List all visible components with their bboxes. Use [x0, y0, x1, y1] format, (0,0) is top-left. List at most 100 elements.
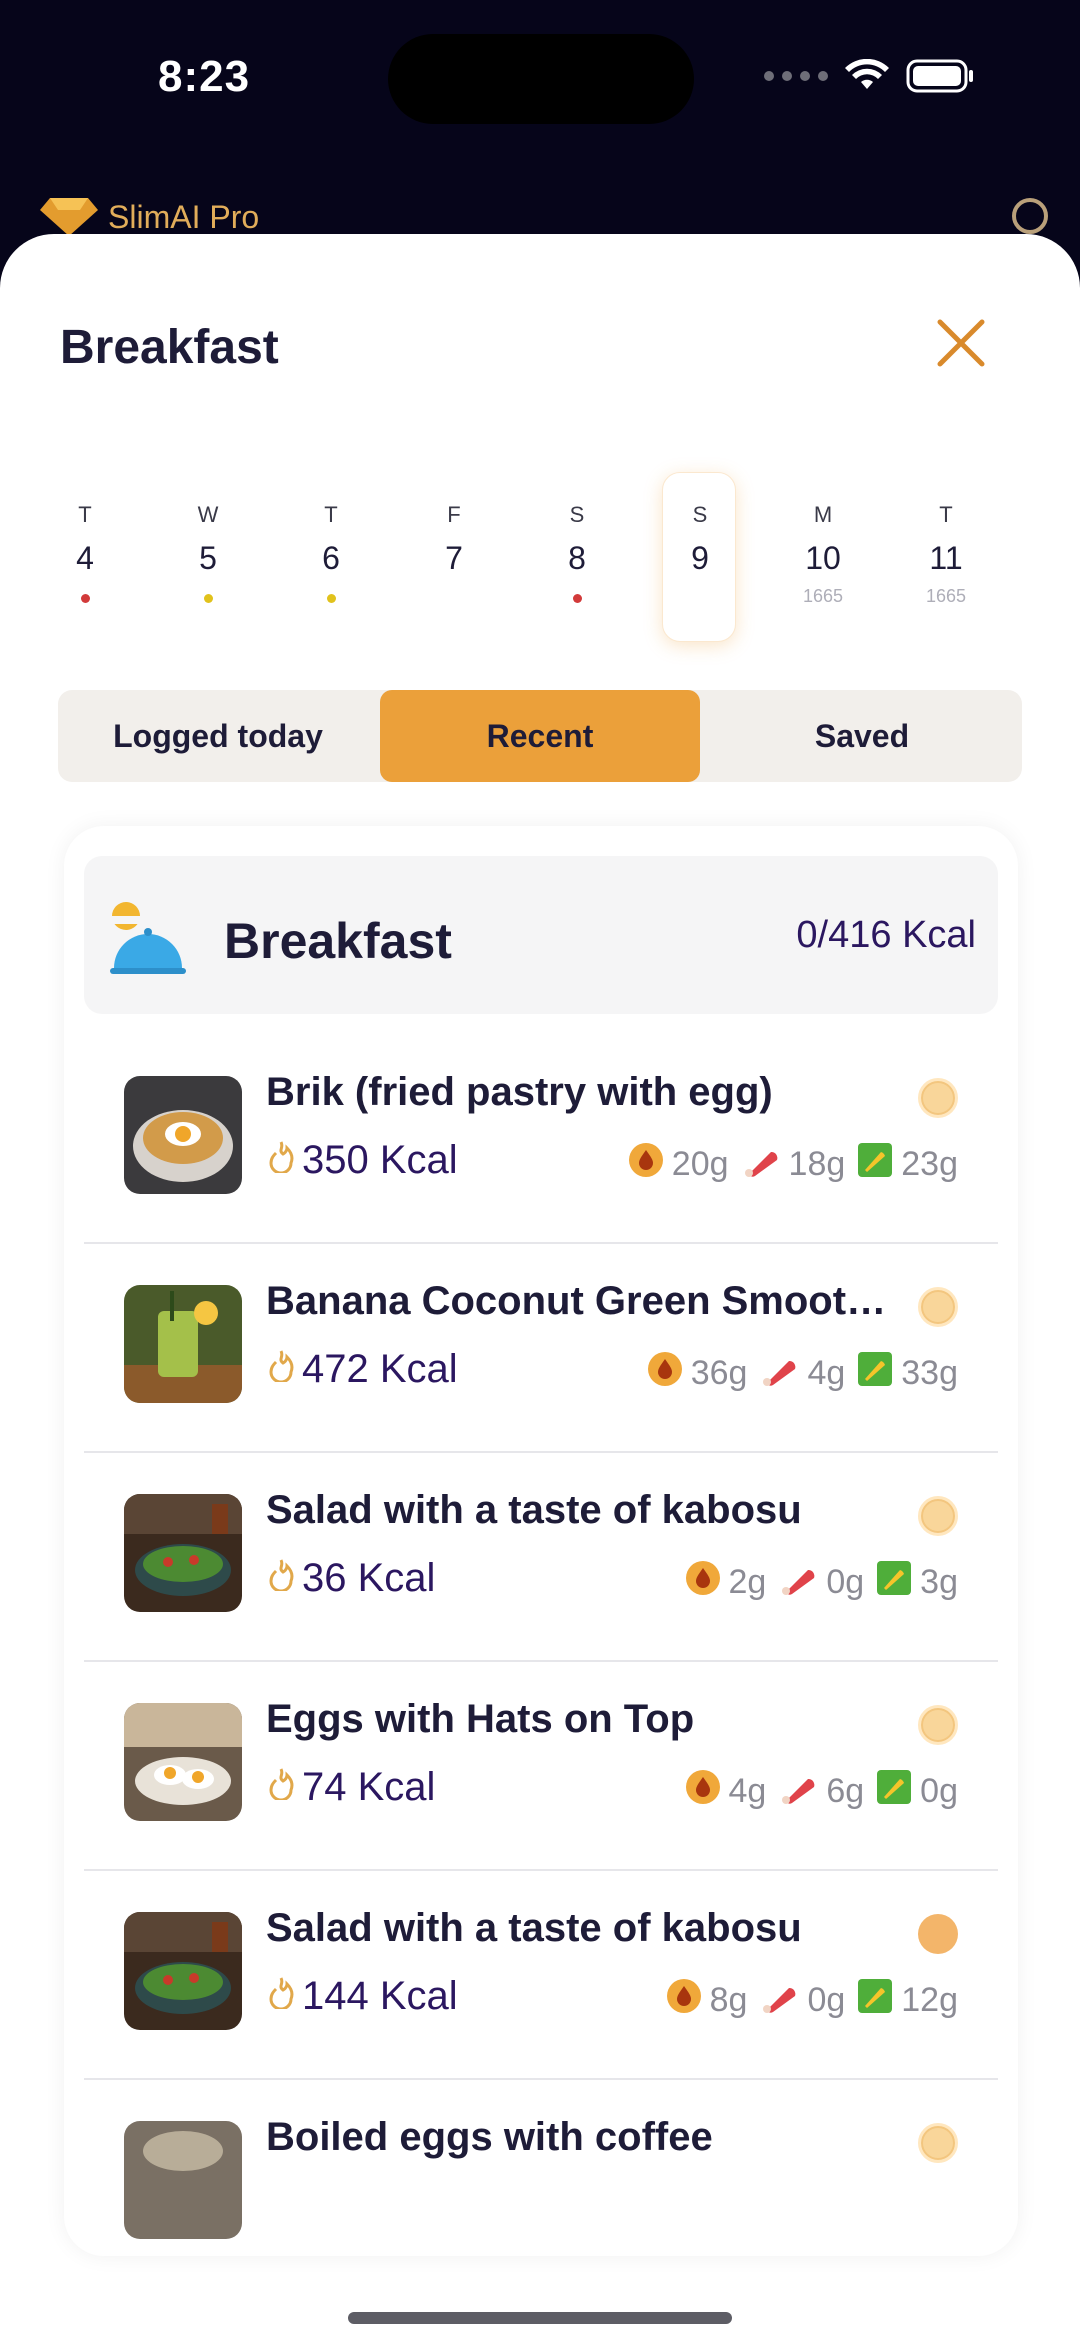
carbs-icon [876, 1560, 912, 1605]
food-kcal: 74 Kcal [266, 1765, 435, 1810]
food-thumbnail [124, 2121, 242, 2239]
protein-icon [778, 1769, 818, 1814]
day-number: 4 [76, 540, 94, 576]
day-item[interactable]: T4 [25, 234, 145, 603]
wifi-icon [845, 59, 889, 89]
food-kcal: 144 Kcal [266, 1974, 458, 2019]
day-item[interactable]: W5 [148, 234, 268, 603]
day-number: 5 [199, 540, 217, 576]
carbs-icon [876, 1769, 912, 1814]
food-row[interactable]: Brik (fried pastry with egg) 350 Kcal 20g 1… [84, 1036, 998, 1244]
day-item[interactable]: S9 [640, 234, 760, 576]
day-item[interactable]: M 10 1665 [763, 234, 883, 606]
calorie-icon [266, 1138, 296, 1183]
food-kcal-value: 74 Kcal [302, 1765, 436, 1809]
day-kcal-target: 1665 [925, 586, 967, 606]
protein-macro: 0g [759, 1978, 845, 2023]
day-item[interactable]: T 11 1665 [886, 234, 1006, 606]
home-indicator[interactable] [348, 2312, 732, 2324]
carbs-icon [857, 1351, 893, 1396]
battery-icon [906, 59, 973, 93]
calorie-icon [266, 1556, 296, 1601]
food-macros: 36g 4g 33g [647, 1351, 958, 1396]
select-circle-icon[interactable] [918, 1496, 958, 1536]
day-letter: T [324, 502, 338, 527]
carbs-macro: 3g [876, 1560, 958, 1605]
day-number: 10 [805, 540, 841, 576]
select-circle-icon[interactable] [918, 1078, 958, 1118]
tab-logged-today[interactable]: Logged today [58, 690, 378, 782]
food-row[interactable]: Eggs with Hats on Top 74 Kcal 4g 6g 0g [84, 1663, 998, 1871]
select-circle-icon[interactable] [918, 1287, 958, 1327]
food-kcal-value: 350 Kcal [302, 1138, 458, 1182]
carbs-value: 33g [901, 1354, 958, 1392]
day-letter: F [447, 502, 461, 527]
carbs-macro: 23g [857, 1142, 958, 1187]
day-item[interactable]: T6 [271, 234, 391, 603]
protein-icon [778, 1560, 818, 1605]
fat-icon [666, 1978, 702, 2023]
food-kcal-value: 144 Kcal [302, 1974, 458, 2018]
food-name: Salad with a taste of kabosu [266, 1488, 802, 1532]
food-name: Boiled eggs with coffee [266, 2115, 713, 2159]
status-time: 8:23 [158, 52, 251, 101]
food-row[interactable]: Boiled eggs with coffee [84, 2081, 998, 2256]
food-macros: 20g 18g 23g [628, 1142, 958, 1187]
day-number: 11 [929, 540, 963, 576]
day-letter: S [569, 502, 585, 527]
select-circle-icon[interactable] [918, 2123, 958, 2163]
day-number: 9 [691, 540, 709, 576]
protein-value: 18g [788, 1145, 846, 1183]
day-status-dot [81, 594, 90, 603]
status-icons [764, 58, 976, 94]
food-row[interactable]: Salad with a taste of kabosu 144 Kcal 8g 0g… [84, 1872, 998, 2080]
food-kcal: 350 Kcal [266, 1138, 458, 1183]
tab-recent[interactable]: Recent [380, 690, 700, 782]
day-letter: W [197, 502, 219, 527]
meal-header: Breakfast 0/416 Kcal [84, 856, 998, 1014]
signal-icon [764, 71, 828, 81]
food-row[interactable]: Banana Coconut Green Smoothie 472 Kcal 36g… [84, 1245, 998, 1453]
carbs-value: 3g [920, 1563, 958, 1601]
meal-card: Breakfast 0/416 Kcal Brik (fried pastry … [64, 826, 1018, 2256]
fat-value: 2g [728, 1563, 767, 1601]
meal-title: Breakfast [224, 913, 452, 969]
carbs-macro: 0g [876, 1769, 958, 1814]
food-row[interactable]: Salad with a taste of kabosu 36 Kcal 2g 0g 3… [84, 1454, 998, 1662]
carbs-value: 23g [901, 1145, 958, 1183]
day-letter: T [78, 502, 92, 527]
meal-cloche-icon [102, 894, 194, 991]
pending-status-icon[interactable] [918, 1914, 958, 1954]
day-item[interactable]: S8 [517, 234, 637, 603]
food-macros: 2g 0g 3g [685, 1560, 958, 1605]
select-circle-icon[interactable] [918, 1705, 958, 1745]
calorie-icon [266, 1765, 296, 1810]
day-status-dot [204, 594, 213, 603]
day-number: 8 [568, 540, 586, 576]
day-letter: S [692, 502, 708, 527]
fat-macro: 8g [666, 1978, 747, 2023]
app-title: SlimAI Pro [108, 198, 260, 235]
day-item[interactable]: F7 [394, 234, 514, 576]
fat-value: 36g [690, 1354, 748, 1392]
day-status-dot [573, 594, 582, 603]
day-number: 7 [445, 540, 463, 576]
protein-value: 0g [826, 1563, 865, 1601]
calorie-icon [266, 1347, 296, 1392]
protein-value: 4g [807, 1354, 846, 1392]
carbs-value: 0g [920, 1772, 958, 1810]
fat-value: 20g [671, 1145, 729, 1183]
carbs-icon [857, 1978, 893, 2023]
food-thumbnail [124, 1912, 242, 2030]
food-macros: 4g 6g 0g [685, 1769, 958, 1814]
tab-bar: Logged today Recent Saved [58, 690, 1022, 782]
protein-macro: 18g [741, 1142, 846, 1187]
protein-icon [759, 1351, 799, 1396]
protein-macro: 6g [778, 1769, 864, 1814]
tab-saved[interactable]: Saved [702, 690, 1022, 782]
food-macros: 8g 0g 12g [666, 1978, 958, 2023]
day-number: 6 [322, 540, 340, 576]
status-bar: 8:23 [0, 0, 1080, 160]
food-name: Salad with a taste of kabosu [266, 1906, 802, 1950]
protein-macro: 0g [778, 1560, 864, 1605]
